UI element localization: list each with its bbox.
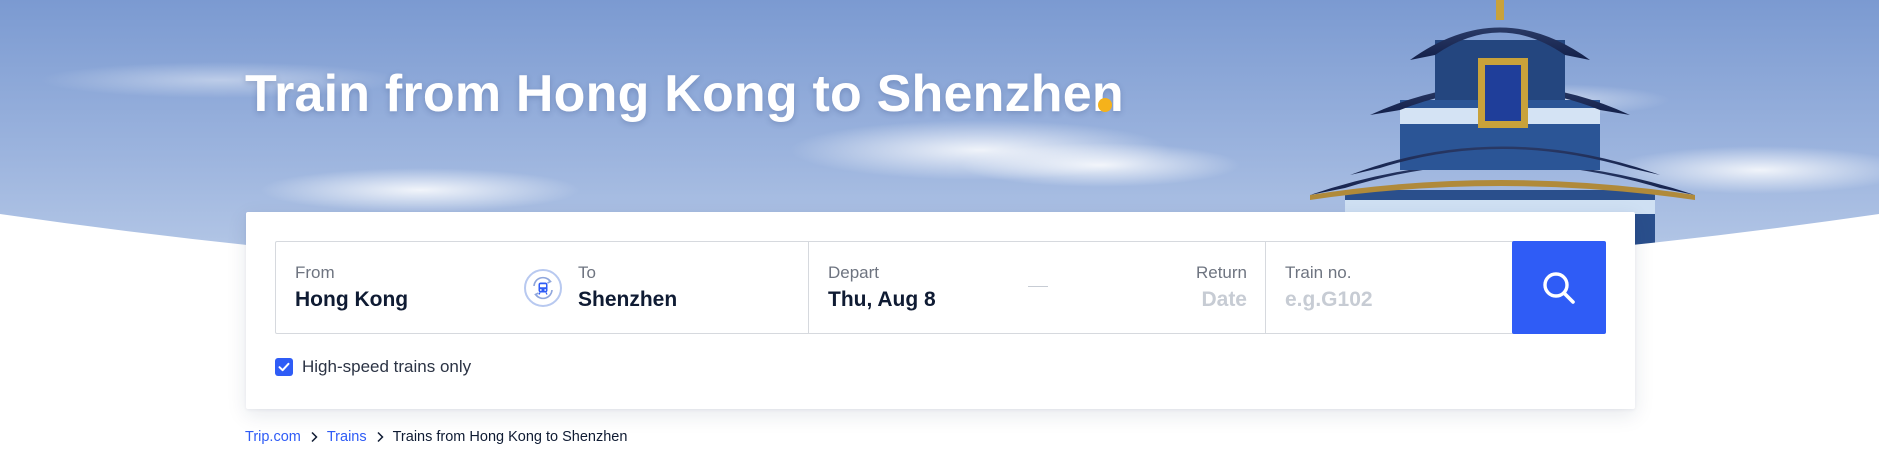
train-search-panel: From Hong Kong To Shenzhen Depart Thu, A… [246,212,1635,409]
depart-label: Depart [828,263,880,282]
title-accent-dot [1098,98,1112,112]
high-speed-label: High-speed trains only [302,357,472,376]
date-separator [1028,286,1048,287]
return-placeholder: Date [1201,288,1247,311]
high-speed-filter[interactable]: High-speed trains only [275,357,471,377]
to-value: Shenzhen [578,288,678,311]
depart-field[interactable]: Depart Thu, Aug 8 [809,242,1019,333]
to-field[interactable]: To Shenzhen [566,242,809,333]
chevron-right-icon [309,431,319,443]
breadcrumb-link-home[interactable]: Trip.com [245,429,301,445]
return-label: Return [1195,263,1247,282]
train-number-label: Train no. [1285,263,1352,282]
from-label: From [295,263,335,282]
train-number-field[interactable]: Train no. e.g.G102 [1266,242,1514,333]
breadcrumb-link-trains[interactable]: Trains [327,429,367,445]
train-swap-icon [533,276,553,300]
breadcrumb-current: Trains from Hong Kong to Shenzhen [392,429,628,445]
chevron-right-icon [375,431,385,443]
train-number-placeholder: e.g.G102 [1285,288,1373,311]
from-value: Hong Kong [295,288,409,311]
breadcrumb: Trip.com Trains Trains from Hong Kong to… [245,429,627,445]
checkmark-icon [278,362,290,372]
search-icon [1543,271,1575,304]
return-field[interactable]: Return Date [1065,242,1265,333]
search-button[interactable] [1512,241,1606,334]
swap-stations-button[interactable] [524,269,562,307]
to-label: To [578,263,596,282]
page-title: Train from Hong Kong to Shenzhen [245,65,1124,123]
depart-value: Thu, Aug 8 [828,288,936,311]
from-field[interactable]: From Hong Kong [276,242,516,333]
date-field-group: Depart Thu, Aug 8 Return Date [809,242,1266,333]
search-fields: From Hong Kong To Shenzhen Depart Thu, A… [275,241,1515,334]
high-speed-checkbox[interactable] [275,358,293,376]
route-field-group: From Hong Kong To Shenzhen [276,242,809,333]
